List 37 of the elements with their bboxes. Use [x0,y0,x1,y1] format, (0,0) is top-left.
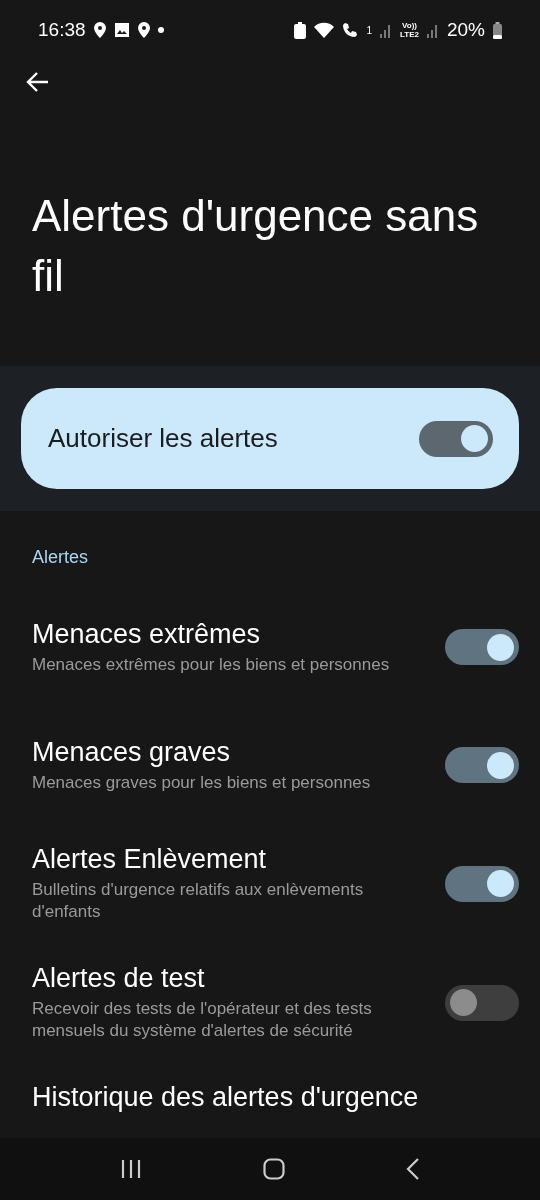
setting-description: Bulletins d'urgence relatifs aux enlèvements d'enfants [32,879,365,923]
home-icon [263,1158,285,1180]
toggle-switch[interactable] [419,420,493,457]
battery-icon [493,21,502,39]
image-icon [113,22,130,38]
page-title: Alertes d'urgence sans fil [32,190,480,302]
setting-link[interactable]: Historique des alertes d'urgence [32,1082,419,1113]
toggle-switch[interactable] [445,629,519,665]
toggle-switch[interactable] [445,747,519,783]
location-pin-icon [137,22,150,38]
master-toggle-label: Autoriser les alertes [48,423,279,454]
wifi-calling-icon [342,22,359,38]
toggle-switch[interactable] [445,865,519,902]
wifi-icon [314,22,335,38]
location-pin-icon [93,22,106,38]
setting-description: Menaces graves pour les biens et personnes [32,771,372,794]
setting-description: Menaces extrêmes pour les biens et personnes [32,653,391,676]
network-label: Vo)) [402,21,417,30]
section-header: Alertes [32,547,90,568]
signal-icon [426,22,439,38]
dot-icon [157,27,164,33]
battery-percent: 20% [446,19,485,41]
back-chevron-icon [405,1157,420,1181]
sim-index: 1 [366,24,372,36]
setting-description: Recevoir des tests de l'opérateur et des tests mensuels du système d'alertes de sécurité [32,998,373,1042]
setting-title: Alertes Enlèvement [32,844,268,875]
battery-saver-icon [294,21,307,39]
setting-title: Alertes de test [32,963,206,994]
status-time: 16:38 [38,19,86,41]
setting-title: Menaces graves [32,736,232,768]
back-arrow-icon [26,70,50,94]
signal-icon [380,22,392,38]
master-toggle-card[interactable]: Autoriser les alertes [21,388,519,489]
setting-title: Menaces extrêmes [32,618,262,650]
toggle-switch[interactable] [445,984,519,1021]
recent-apps-icon [120,1159,143,1179]
network-label: LTE2 [400,30,419,39]
